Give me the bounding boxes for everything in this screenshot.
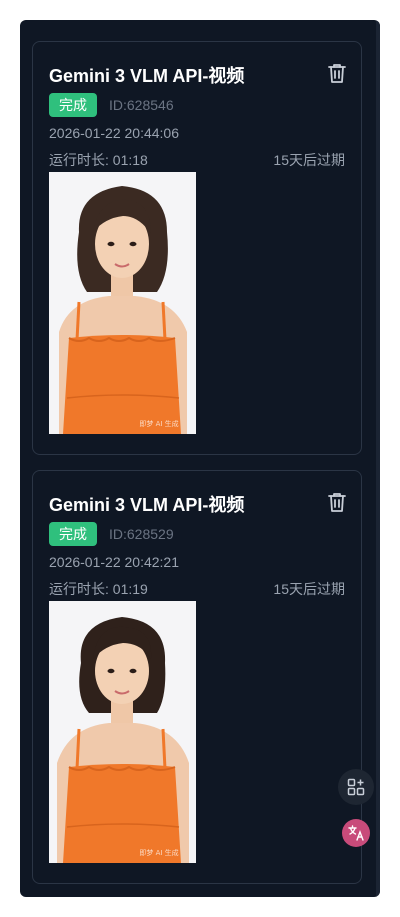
created-datetime: 2026-01-22 20:42:21 — [49, 554, 179, 570]
expire-text: 15天后过期 — [273, 581, 345, 597]
results-panel: Gemini 3 VLM API-视频 完成 ID:628546 2026-01… — [20, 20, 380, 897]
runtime-text: 运行时长: 01:19 — [49, 581, 148, 597]
expire-text: 15天后过期 — [273, 152, 345, 168]
delete-icon[interactable] — [327, 62, 347, 84]
status-badge: 完成 — [49, 93, 97, 117]
task-id: ID:628546 — [109, 97, 174, 113]
card-title: Gemini 3 VLM API-视频 — [49, 66, 245, 86]
task-card: Gemini 3 VLM API-视频 完成 ID:628546 2026-01… — [32, 41, 362, 455]
task-card: Gemini 3 VLM API-视频 完成 ID:628529 2026-01… — [32, 470, 362, 884]
card-title: Gemini 3 VLM API-视频 — [49, 495, 245, 515]
apps-sparkle-icon — [347, 778, 365, 796]
video-thumbnail[interactable]: 即梦 AI 生成 — [49, 172, 196, 434]
task-id: ID:628529 — [109, 526, 174, 542]
watermark: 即梦 AI 生成 — [139, 848, 178, 857]
delete-icon[interactable] — [327, 491, 347, 513]
scrollbar[interactable] — [376, 20, 380, 897]
translate-button[interactable] — [338, 815, 374, 851]
apps-button[interactable] — [338, 769, 374, 805]
status-badge: 完成 — [49, 522, 97, 546]
translate-icon — [342, 819, 370, 847]
created-datetime: 2026-01-22 20:44:06 — [49, 125, 179, 141]
watermark: 即梦 AI 生成 — [139, 419, 178, 428]
runtime-text: 运行时长: 01:18 — [49, 152, 148, 168]
video-thumbnail[interactable]: 即梦 AI 生成 — [49, 601, 196, 863]
